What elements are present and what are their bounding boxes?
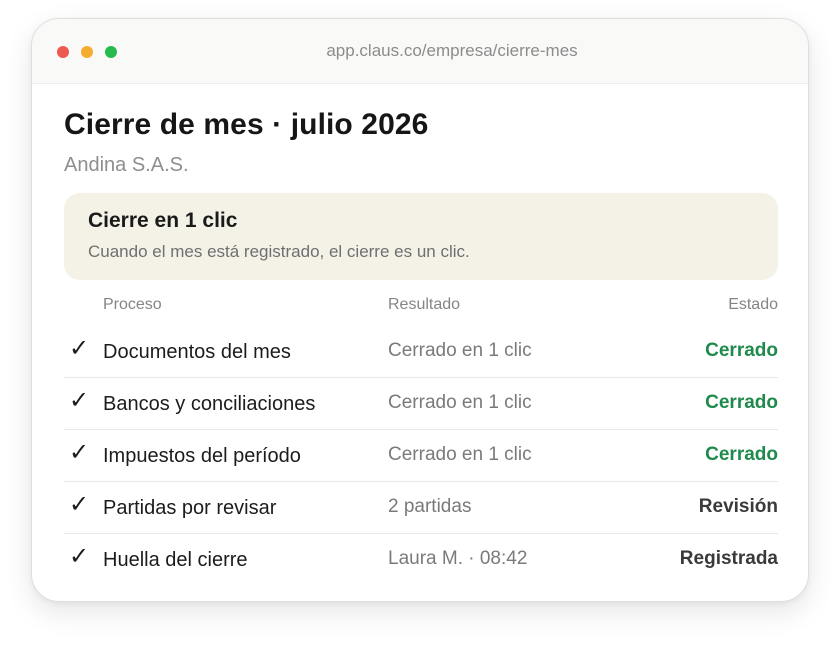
status-badge: Registrada <box>679 548 778 569</box>
table-row[interactable]: ✓ Huella del cierre Laura M. · 08:42 Reg… <box>64 534 778 586</box>
status-badge: Cerrado <box>705 444 778 465</box>
title-bar: app.claus.co/empresa/cierre-mes <box>32 19 808 84</box>
table-row[interactable]: ✓ Bancos y conciliaciones Cerrado en 1 c… <box>64 378 778 430</box>
status-badge: Revisión <box>698 496 778 517</box>
checkmark-icon: ✓ <box>69 491 90 518</box>
process-result: Cerrado en 1 clic <box>388 392 532 413</box>
status-badge: Cerrado <box>705 340 778 361</box>
process-result: Laura M. · 08:42 <box>388 548 528 569</box>
process-result: Cerrado en 1 clic <box>388 340 532 361</box>
address-bar-url[interactable]: app.claus.co/empresa/cierre-mes <box>282 41 622 61</box>
checkmark-icon: ✓ <box>69 387 90 414</box>
banner-title: Cierre en 1 clic <box>88 209 238 232</box>
process-name: Bancos y conciliaciones <box>103 393 316 415</box>
process-result: 2 partidas <box>388 496 472 517</box>
banner-text: Cuando el mes está registrado, el cierre… <box>88 242 470 261</box>
process-name: Partidas por revisar <box>103 497 277 519</box>
checkmark-icon: ✓ <box>69 335 90 362</box>
process-name: Huella del cierre <box>103 549 248 571</box>
table-row[interactable]: ✓ Partidas por revisar 2 partidas Revisi… <box>64 482 778 534</box>
table-header: Proceso Resultado Estado <box>64 296 778 326</box>
column-header-status: Estado <box>728 296 778 313</box>
closing-table: Proceso Resultado Estado ✓ Documentos de… <box>64 296 778 586</box>
column-header-process: Proceso <box>103 296 162 313</box>
process-result: Cerrado en 1 clic <box>388 444 532 465</box>
maximize-window-button[interactable] <box>105 46 117 58</box>
browser-window: app.claus.co/empresa/cierre-mes Cierre d… <box>31 18 809 602</box>
table-row[interactable]: ✓ Impuestos del período Cerrado en 1 cli… <box>64 430 778 482</box>
page-title: Cierre de mes · julio 2026 <box>64 108 429 141</box>
column-header-result: Resultado <box>388 296 461 313</box>
company-name: Andina S.A.S. <box>64 154 189 176</box>
process-name: Documentos del mes <box>103 341 291 363</box>
status-badge: Cerrado <box>705 392 778 413</box>
checkmark-icon: ✓ <box>69 439 90 466</box>
checkmark-icon: ✓ <box>69 543 90 570</box>
table-row[interactable]: ✓ Documentos del mes Cerrado en 1 clic C… <box>64 326 778 378</box>
one-click-banner: Cierre en 1 clic Cuando el mes está regi… <box>64 193 778 280</box>
minimize-window-button[interactable] <box>81 46 93 58</box>
close-window-button[interactable] <box>57 46 69 58</box>
process-name: Impuestos del período <box>103 445 301 467</box>
